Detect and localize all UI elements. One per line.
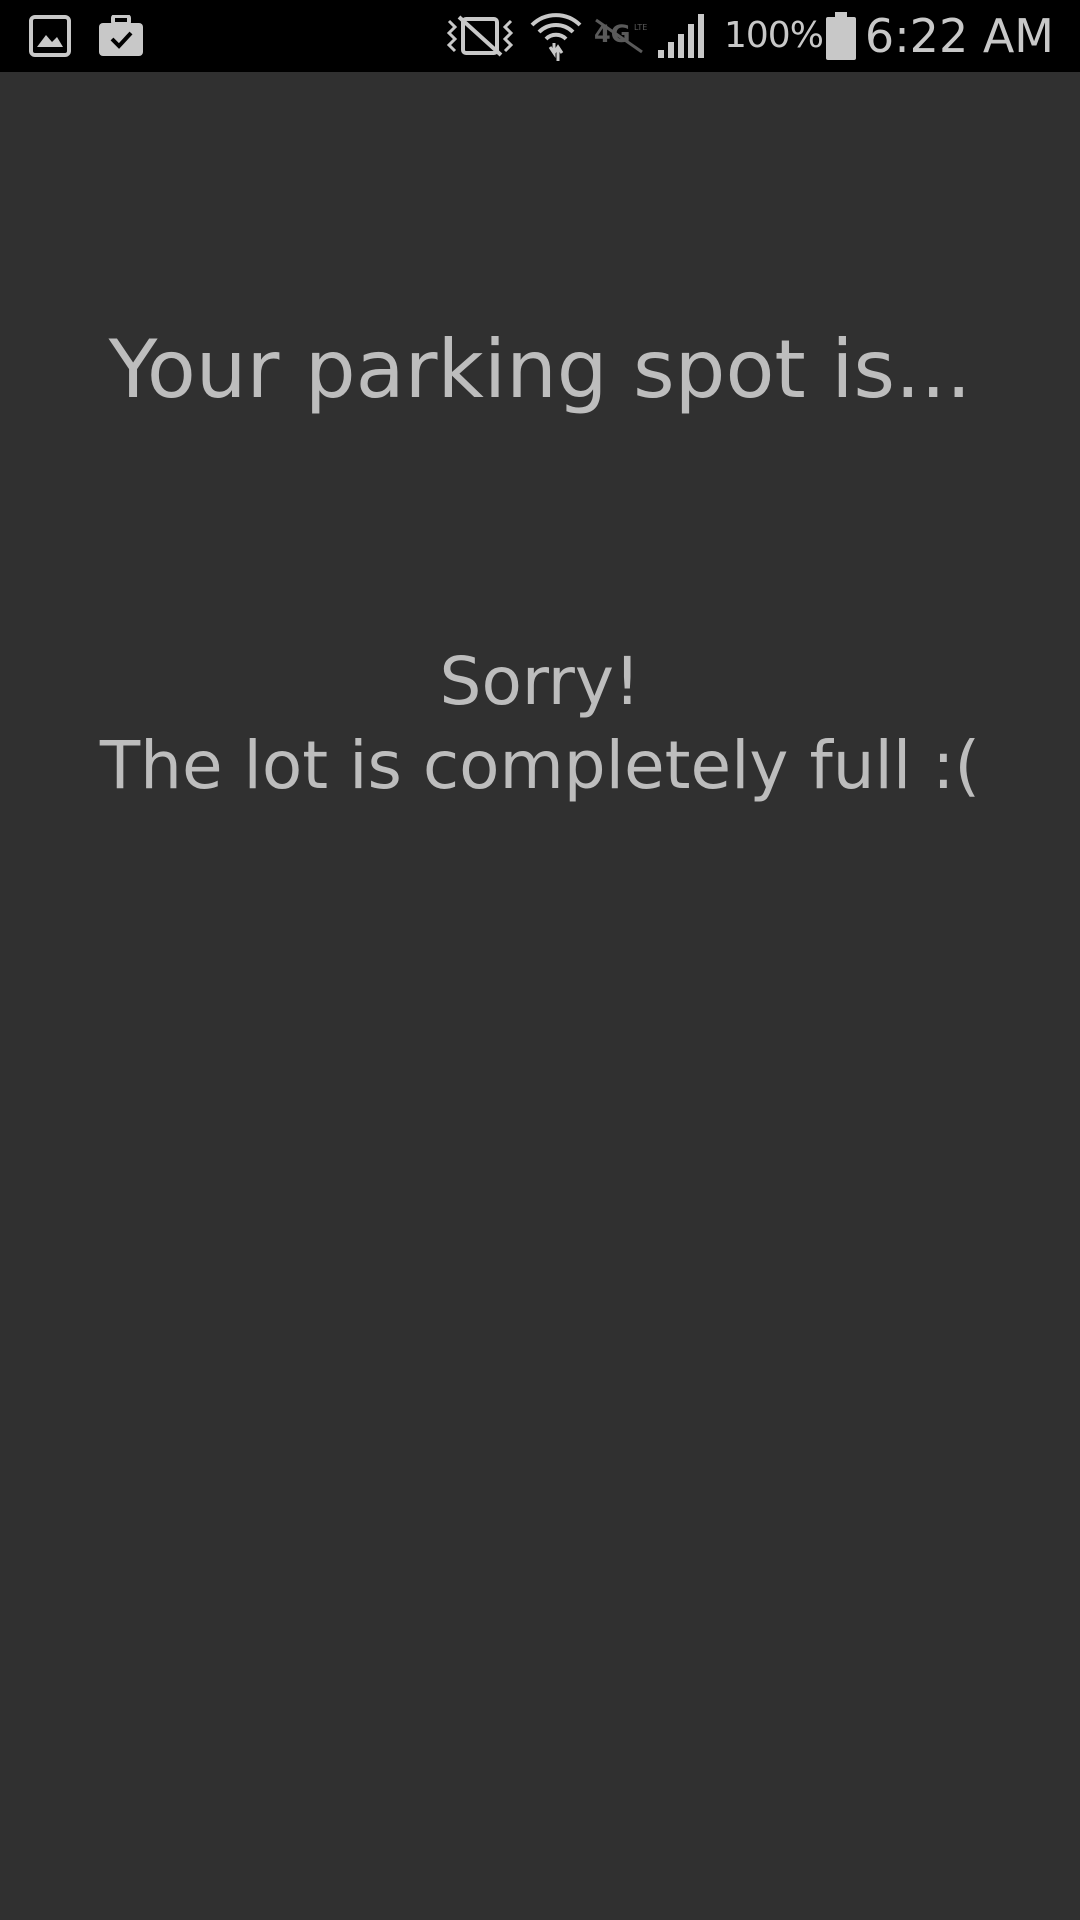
parking-result-screen: Your parking spot is... Sorry! The lot i… — [0, 72, 1080, 1920]
wifi-icon — [530, 0, 582, 72]
status-bar: 4G LTE 100% 6:22 AM — [0, 0, 1080, 72]
briefcase-check-notification-icon — [96, 0, 146, 72]
screen: 4G LTE 100% 6:22 AM Your parking spot is… — [0, 0, 1080, 1920]
message-lot-full: The lot is completely full :( — [99, 727, 981, 804]
vibrate-mute-icon — [444, 0, 516, 72]
message-sorry: Sorry! — [439, 643, 641, 720]
4g-lte-off-icon: 4G LTE — [592, 0, 648, 72]
svg-text:LTE: LTE — [634, 23, 647, 32]
battery-icon — [824, 0, 858, 72]
gallery-notification-icon — [26, 0, 74, 72]
status-clock: 6:22 AM — [864, 9, 1054, 63]
cell-signal-icon — [656, 0, 708, 72]
page-title: Your parking spot is... — [108, 323, 972, 416]
battery-percent: 100% — [724, 15, 824, 56]
lot-full-message: Sorry! The lot is completely full :( — [0, 640, 1080, 808]
